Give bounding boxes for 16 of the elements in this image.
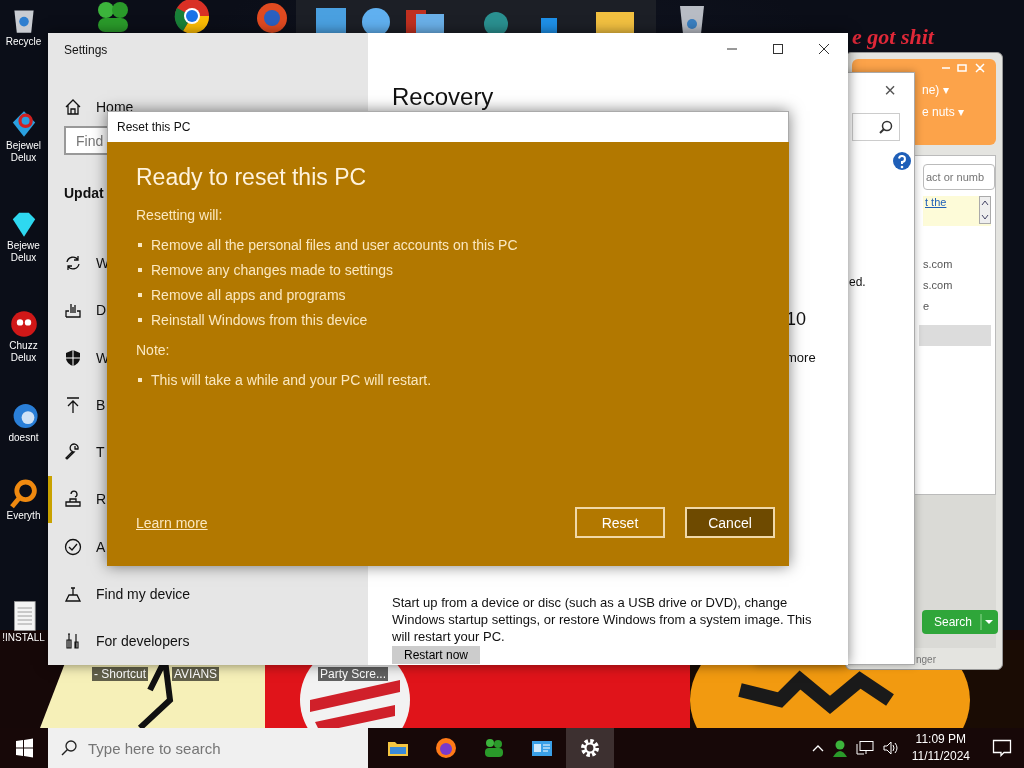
page-heading: Recovery: [392, 85, 494, 109]
status-text: nger: [915, 653, 937, 667]
banner-text: e got shit: [852, 24, 934, 50]
intro-text: Resetting will:: [136, 207, 224, 225]
dialog-title: Reset this PC: [107, 111, 789, 142]
note-label: Note:: [136, 342, 171, 360]
bullet-text: This will take a while and your PC will restart.: [151, 371, 432, 388]
bullet-text: Remove all the personal files and user accounts on this PC: [151, 236, 518, 253]
window-title: Settings: [64, 42, 109, 59]
dialog-heading: Ready to reset this PC: [136, 164, 368, 191]
status-text: ed.: [849, 275, 866, 289]
bullet-text: Remove all apps and programs: [151, 286, 346, 303]
bullet-text: Remove any changes made to settings: [151, 261, 394, 278]
bullet-text: Reinstall Windows from this device: [151, 311, 368, 328]
section-heading: Updat: [64, 185, 104, 202]
description-text: Start up from a device or disc (such as a USB drive or DVD), change Windows startup settings, or restore Windows from a system image. This will restart your PC.: [392, 594, 813, 645]
